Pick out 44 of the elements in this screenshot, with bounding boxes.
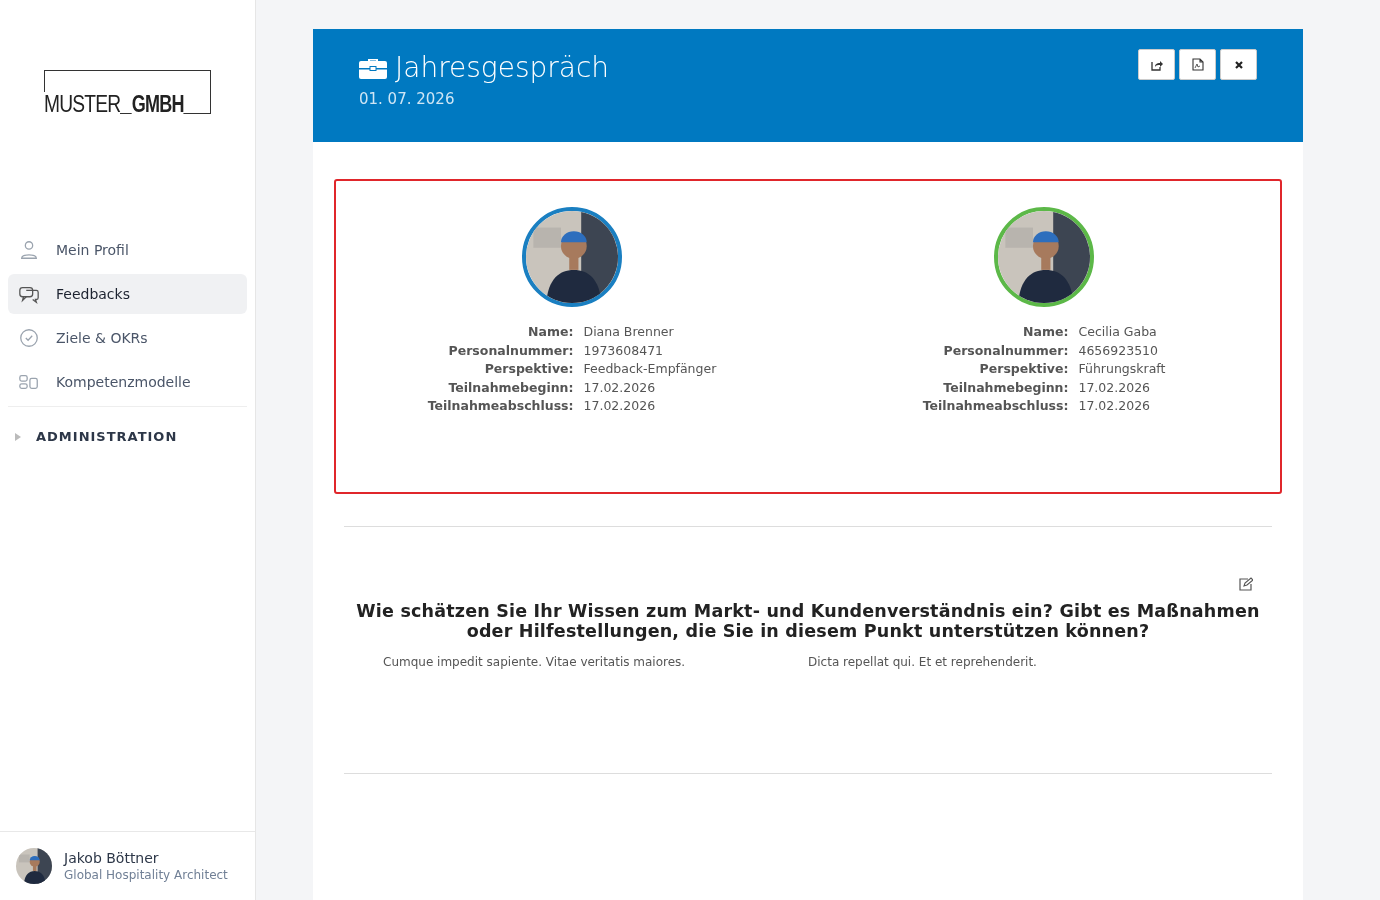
field-label: Perspektive: — [483, 360, 574, 378]
field-value: Diana Brenner — [583, 323, 675, 341]
check-circle-icon — [18, 327, 40, 349]
field-label: Teilnahmeabschluss: — [427, 397, 574, 415]
person-icon — [18, 239, 40, 261]
share-icon — [1150, 58, 1163, 71]
field-value: 17.02.2026 — [583, 397, 657, 415]
share-button[interactable] — [1138, 49, 1175, 80]
field-value: 17.02.2026 — [1078, 378, 1152, 397]
field-value: 17.02.2026 — [583, 378, 657, 397]
field-value: 1973608471 — [583, 341, 665, 360]
field-value: Cecilia Gaba — [1078, 323, 1158, 341]
sidebar-item[interactable]: Ziele & OKRs — [8, 318, 247, 358]
field-label: Name: — [527, 323, 574, 341]
sidebar-item[interactable]: Feedbacks — [8, 274, 247, 314]
sidebar-item[interactable]: Kompetenzmodelle — [8, 362, 247, 402]
field-value: Feedback-Empfänger — [583, 360, 717, 378]
answer-text: Dicta repellat qui. Et et reprehenderit. — [808, 655, 1038, 669]
user-role: Global Hospitality Architect — [64, 868, 228, 882]
field-label: Teilnahmebeginn: — [942, 378, 1069, 397]
field-label: Perspektive: — [978, 360, 1069, 378]
edit-icon — [1239, 577, 1253, 591]
field-label: Personalnummer: — [447, 341, 574, 360]
question-text: Wie schätzen Sie Ihr Wissen zum Markt- und Kundenverständnis ein? Gibt es Maßnahmen oder Hilfestellungen, die Sie in diesem Punkt unterstützen können? — [355, 601, 1261, 641]
briefcase-icon — [359, 56, 387, 79]
user-name: Jakob Böttner — [64, 850, 160, 866]
sidebar-item[interactable]: Mein Profil — [8, 230, 247, 270]
field-label: Teilnahmebeginn: — [447, 378, 574, 397]
pdf-file-icon — [1191, 58, 1204, 71]
date-text: 01. 07. 2026 — [359, 90, 456, 108]
field-value: 17.02.2026 — [1078, 397, 1152, 415]
close-button[interactable] — [1220, 49, 1257, 80]
field-value: Führungskraft — [1078, 360, 1166, 378]
field-label: Personalnummer: — [942, 341, 1069, 360]
answer-text: Cumque impedit sapiente. Vitae veritatis maiores. — [383, 655, 687, 669]
field-label: Teilnahmeabschluss: — [922, 397, 1069, 415]
section-toggle[interactable]: ADMINISTRATION — [0, 407, 255, 454]
caret-icon — [14, 432, 22, 441]
field-label: Name: — [1022, 323, 1069, 341]
field-value: 4656923510 — [1078, 341, 1159, 360]
logo: MUSTER GMBH — [43, 70, 212, 114]
edit-button[interactable] — [1239, 577, 1253, 591]
close-icon — [1233, 59, 1244, 70]
page-title: Jahresgespräch — [395, 51, 610, 84]
